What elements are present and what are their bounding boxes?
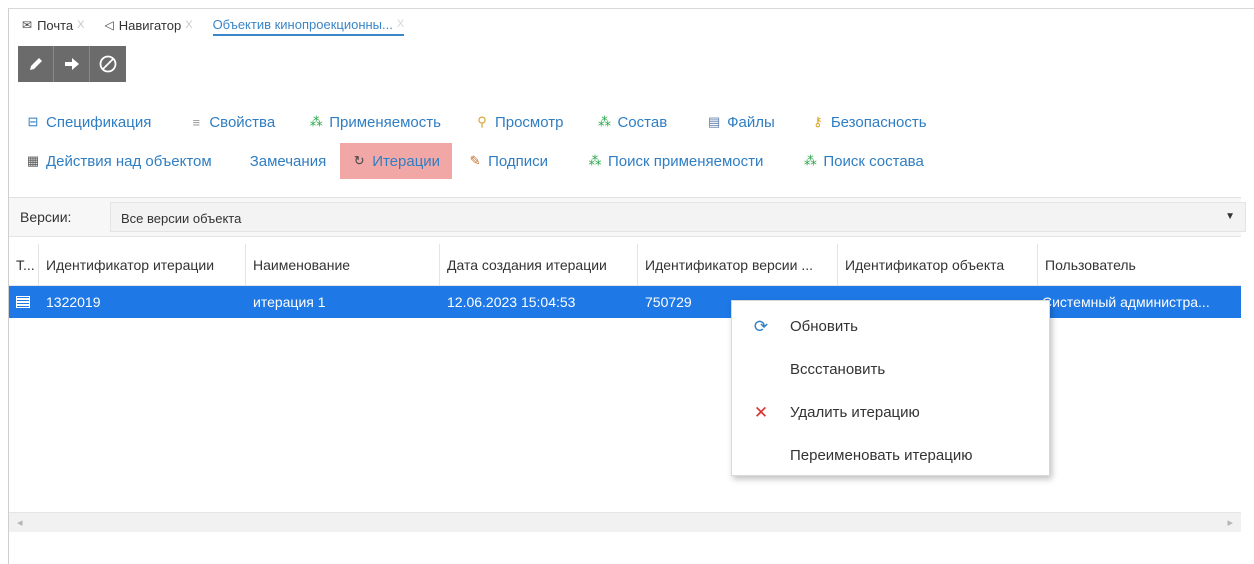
- link-composition[interactable]: ⁂ Состав: [597, 107, 667, 137]
- versions-bar: Версии: Все версии объекта ▼: [9, 197, 1246, 237]
- tab-mail[interactable]: ✉ Почта X: [22, 14, 85, 36]
- link-security[interactable]: ⚷ Безопасность: [811, 107, 927, 137]
- hierarchy-icon: ⁂: [588, 153, 602, 168]
- navigator-arrow-icon: ◁: [104, 18, 114, 32]
- link-label: Свойства: [209, 113, 276, 131]
- cell-created: 12.06.2023 15:04:53: [447, 294, 576, 310]
- close-icon[interactable]: X: [397, 18, 404, 30]
- tab-label: Навигатор: [118, 17, 182, 33]
- refresh-icon: ⟳: [753, 316, 769, 336]
- menu-item-restore[interactable]: Всcстановить: [732, 348, 1049, 391]
- menu-item-label: Удалить итерацию: [790, 404, 920, 421]
- close-icon[interactable]: X: [77, 19, 84, 31]
- column-header-type[interactable]: Т...: [9, 244, 39, 286]
- link-search-composition[interactable]: ⁂ Поиск состава: [803, 146, 924, 176]
- column-header-name[interactable]: Наименование: [246, 244, 440, 286]
- signature-icon: ✎: [469, 153, 481, 168]
- close-icon[interactable]: X: [185, 19, 192, 31]
- chevron-down-icon[interactable]: ▼: [1225, 211, 1235, 222]
- column-header-version-id[interactable]: Идентификатор версии ...: [638, 244, 838, 286]
- menu-item-label: Обновить: [790, 318, 858, 335]
- link-object-actions[interactable]: ▦ Действия над объектом: [26, 146, 212, 176]
- context-menu: ⟳ Обновить Всcстановить ✕ Удалить итерац…: [731, 300, 1050, 476]
- tab-bar: ✉ Почта X ◁ Навигатор X Объектив кинопро…: [22, 14, 424, 38]
- link-applicability[interactable]: ⁂ Применяемость: [309, 107, 441, 137]
- hierarchy-icon: ⁂: [309, 114, 323, 129]
- link-label: Просмотр: [494, 113, 564, 131]
- versions-value: Все версии объекта: [121, 211, 242, 226]
- link-label: Замечания: [249, 152, 327, 170]
- link-label: Действия над объектом: [46, 152, 212, 170]
- menu-item-label: Переименовать итерацию: [790, 447, 973, 464]
- link-signatures[interactable]: ✎ Подписи: [468, 146, 548, 176]
- link-search-applicability[interactable]: ⁂ Поиск применяемости: [588, 146, 764, 176]
- tab-label: Почта: [37, 17, 74, 33]
- link-label: Поиск применяемости: [608, 152, 764, 170]
- scroll-left-icon[interactable]: ◂: [17, 516, 23, 529]
- menu-item-rename-iteration[interactable]: Переименовать итерацию: [732, 434, 1049, 477]
- link-label: Состав: [617, 113, 668, 131]
- mail-icon: ✉: [22, 18, 33, 32]
- link-label: Итерации: [372, 152, 441, 170]
- hierarchy-icon: ⁂: [597, 114, 611, 129]
- link-view[interactable]: ⚲ Просмотр: [475, 107, 564, 137]
- file-icon: ▤: [708, 114, 721, 129]
- table-row[interactable]: 1322019 итерация 1 12.06.2023 15:04:53 7…: [9, 286, 1241, 318]
- table-icon: ▦: [26, 153, 40, 168]
- properties-icon: ≡: [192, 114, 201, 130]
- tab-navigator[interactable]: ◁ Навигатор X: [105, 14, 193, 36]
- column-header-iteration-id[interactable]: Идентификатор итерации: [39, 244, 246, 286]
- link-specification[interactable]: ⊟ Спецификация: [26, 107, 152, 137]
- link-remarks[interactable]: Замечания: [250, 146, 327, 176]
- iterations-icon: ↻: [353, 153, 365, 168]
- delete-x-icon: ✕: [753, 402, 769, 422]
- menu-item-label: Всcстановить: [790, 361, 886, 378]
- menu-item-refresh[interactable]: ⟳ Обновить: [732, 305, 1049, 348]
- search-icon: ⚲: [477, 114, 487, 129]
- link-properties[interactable]: ≡ Свойства: [189, 107, 276, 137]
- cancel-icon: [99, 55, 117, 73]
- menu-item-delete-iteration[interactable]: ✕ Удалить итерацию: [732, 391, 1049, 434]
- spec-icon: ⊟: [27, 114, 39, 129]
- iterations-table: Т... Идентификатор итерации Наименование…: [9, 244, 1241, 318]
- hierarchy-icon: ⁂: [803, 153, 817, 168]
- cancel-button[interactable]: [90, 46, 126, 82]
- column-header-object-id[interactable]: Идентификатор объекта: [838, 244, 1038, 286]
- link-label: Спецификация: [46, 113, 152, 131]
- toolbar: [18, 46, 126, 82]
- arrow-right-icon: [64, 58, 79, 70]
- edit-button[interactable]: [18, 46, 54, 82]
- link-iterations[interactable]: ↻ Итерации: [340, 143, 453, 179]
- link-label: Поиск состава: [823, 152, 924, 170]
- versions-select[interactable]: Все версии объекта ▼: [110, 202, 1246, 232]
- link-label: Подписи: [488, 152, 548, 170]
- table-header: Т... Идентификатор итерации Наименование…: [9, 244, 1241, 286]
- row-table-icon: [16, 296, 30, 308]
- link-label: Файлы: [727, 113, 775, 131]
- cell-iteration-id: 1322019: [46, 294, 101, 310]
- cell-user: Системный администра...: [1042, 294, 1210, 310]
- column-header-created[interactable]: Дата создания итерации: [440, 244, 638, 286]
- cell-name: итерация 1: [253, 294, 326, 310]
- link-label: Применяемость: [329, 113, 441, 131]
- scroll-right-icon[interactable]: ▸: [1227, 516, 1233, 529]
- link-files[interactable]: ▤ Файлы: [707, 107, 775, 137]
- object-links-row-2: ▦ Действия над объектом Замечания ↻ Итер…: [26, 143, 924, 179]
- column-header-user[interactable]: Пользователь: [1038, 244, 1241, 286]
- versions-label: Версии:: [20, 209, 72, 225]
- tab-label: Объектив кинопроекционны...: [212, 16, 393, 32]
- pencil-icon: [29, 58, 42, 70]
- tab-object[interactable]: Объектив кинопроекционны... X: [212, 14, 405, 36]
- link-label: Безопасность: [830, 113, 927, 131]
- forward-button[interactable]: [54, 46, 90, 82]
- object-links-row-1: ⊟ Спецификация ≡ Свойства ⁂ Применяемост…: [26, 107, 927, 137]
- horizontal-scrollbar[interactable]: ◂ ▸: [9, 512, 1241, 532]
- key-icon: ⚷: [813, 114, 823, 129]
